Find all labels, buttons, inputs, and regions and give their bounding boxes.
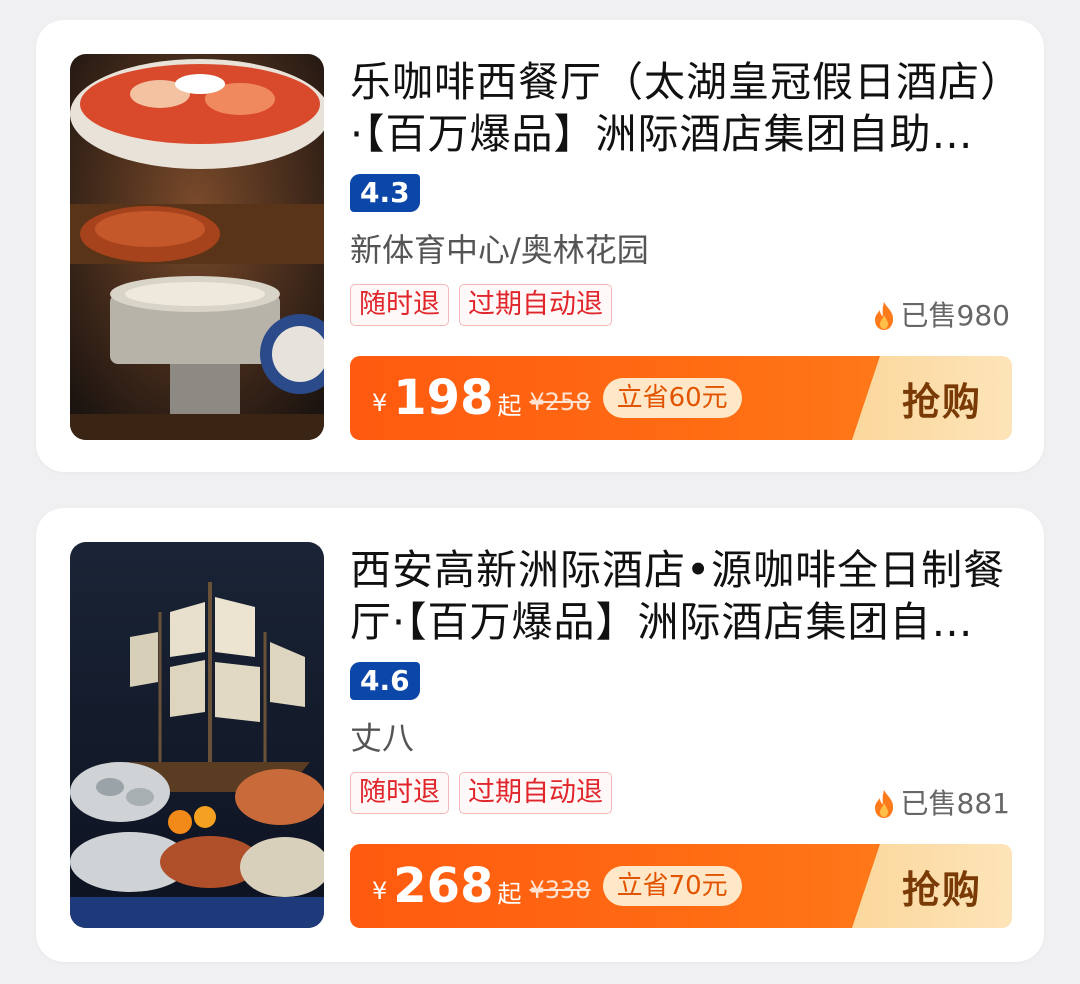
deal-card[interactable]: 乐咖啡西餐厅（太湖皇冠假日酒店）·【百万爆品】洲际酒店集团自助午餐/晚餐 4.3… — [36, 20, 1044, 472]
deal-area: 丈八 — [350, 719, 415, 757]
buy-button[interactable]: 抢购 — [852, 844, 1012, 928]
sold-label: 已售980 — [900, 299, 1010, 332]
original-price: ¥338 — [529, 876, 591, 904]
original-price: ¥258 — [529, 388, 591, 416]
purchase-bar[interactable]: ¥ 198 起 ¥258 立省60元 抢购 — [350, 356, 1012, 440]
deal-thumbnail[interactable] — [70, 542, 324, 928]
buy-button-label: 抢购 — [901, 867, 982, 912]
fire-icon — [874, 790, 893, 818]
seafood-ship-photo — [70, 542, 324, 928]
refund-anytime-tag: 随时退 — [350, 772, 449, 814]
rating-badge: 4.6 — [350, 662, 420, 700]
deal-area: 新体育中心/奥林花园 — [350, 231, 649, 269]
sold-label: 已售881 — [900, 787, 1010, 820]
sold-count: 已售980 — [871, 298, 1010, 334]
sold-count: 已售881 — [871, 786, 1010, 822]
fire-icon — [874, 302, 893, 330]
deal-thumbnail[interactable] — [70, 54, 324, 440]
saving-badge: 立省60元 — [602, 378, 742, 418]
buffet-food-photo — [70, 54, 324, 440]
currency-symbol: ¥ — [372, 389, 388, 417]
buy-button[interactable]: 抢购 — [852, 356, 1012, 440]
price-section: ¥ 268 起 ¥338 立省70元 — [350, 844, 910, 928]
currency-symbol: ¥ — [372, 877, 388, 905]
deal-title[interactable]: 乐咖啡西餐厅（太湖皇冠假日酒店）·【百万爆品】洲际酒店集团自助午餐/晚餐 — [350, 56, 1014, 160]
price-suffix: 起 — [497, 879, 522, 908]
deal-card[interactable]: 西安高新洲际酒店•源咖啡全日制餐厅·【百万爆品】洲际酒店集团自助午餐/晚餐 4.… — [36, 508, 1044, 962]
deal-price: 268 — [393, 858, 494, 914]
price-suffix: 起 — [497, 391, 522, 420]
deal-price: 198 — [393, 370, 494, 426]
deal-feed: 乐咖啡西餐厅（太湖皇冠假日酒店）·【百万爆品】洲际酒店集团自助午餐/晚餐 4.3… — [0, 0, 1080, 984]
deal-title[interactable]: 西安高新洲际酒店•源咖啡全日制餐厅·【百万爆品】洲际酒店集团自助午餐/晚餐 — [350, 544, 1014, 648]
deal-tags: 随时退 过期自动退 — [350, 284, 612, 326]
refund-anytime-tag: 随时退 — [350, 284, 449, 326]
buy-button-label: 抢购 — [901, 379, 982, 424]
auto-refund-tag: 过期自动退 — [459, 284, 612, 326]
price-section: ¥ 198 起 ¥258 立省60元 — [350, 356, 910, 440]
deal-tags: 随时退 过期自动退 — [350, 772, 612, 814]
saving-badge: 立省70元 — [602, 866, 742, 906]
auto-refund-tag: 过期自动退 — [459, 772, 612, 814]
rating-badge: 4.3 — [350, 174, 420, 212]
purchase-bar[interactable]: ¥ 268 起 ¥338 立省70元 抢购 — [350, 844, 1012, 928]
